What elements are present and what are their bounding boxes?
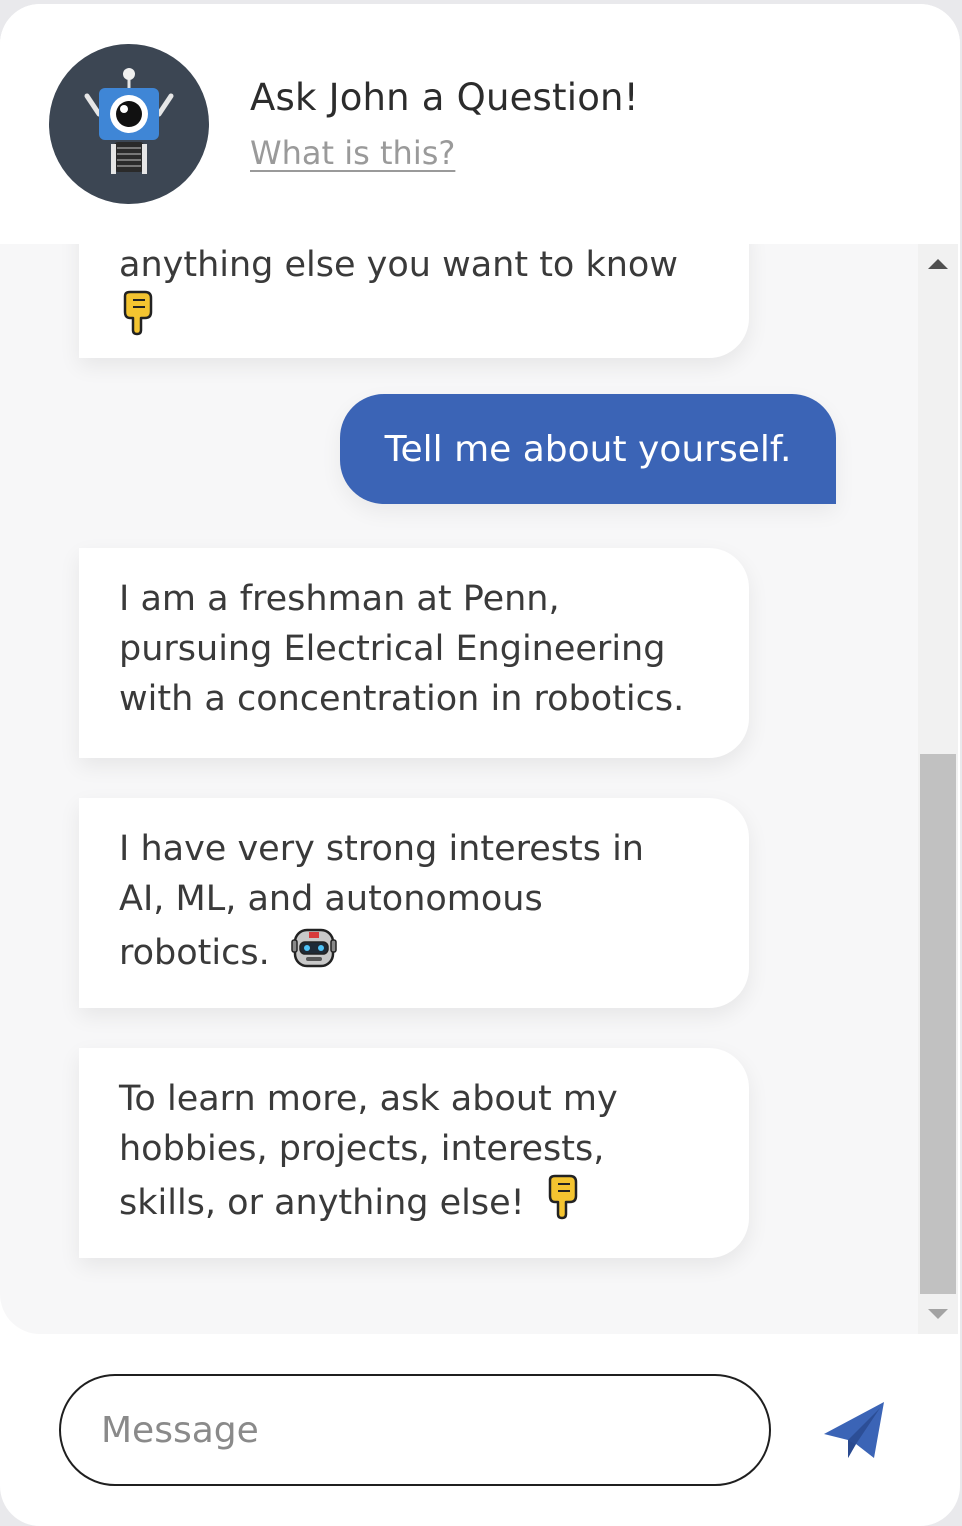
- pointing-down-icon: [119, 290, 159, 350]
- chat-scrollbar[interactable]: [918, 244, 958, 1334]
- message-input[interactable]: [61, 1376, 769, 1484]
- message-line: hobbies, projects, interests,: [119, 1129, 605, 1169]
- message-line: I have very strong interests in: [119, 829, 644, 869]
- message-line: robotics.: [119, 933, 270, 973]
- bot-message: I have very strong interests in AI, ML, …: [79, 798, 749, 1008]
- message-text: anything else you want to know: [119, 245, 678, 285]
- message-line: I am a freshman at Penn,: [119, 579, 560, 619]
- message-input-container: [59, 1374, 771, 1486]
- user-message: Tell me about yourself.: [340, 394, 836, 504]
- message-text: Tell me about yourself.: [384, 428, 792, 470]
- chat-widget: Ask John a Question! What is this? anyth…: [0, 4, 960, 1526]
- scroll-down-button[interactable]: [918, 1294, 958, 1334]
- message-list[interactable]: anything else you want to know Tell me a…: [0, 244, 918, 1334]
- message-line: with a concentration in robotics.: [119, 679, 685, 719]
- arrow-up-icon: [928, 259, 948, 269]
- header-title: Ask John a Question!: [250, 76, 639, 119]
- message-line: AI, ML, and autonomous: [119, 879, 543, 919]
- scroll-up-button[interactable]: [918, 244, 958, 284]
- message-line: skills, or anything else!: [119, 1183, 525, 1223]
- pointing-down-icon: [544, 1174, 584, 1234]
- scrollbar-thumb[interactable]: [920, 754, 956, 1294]
- avatar: [49, 44, 209, 204]
- bot-message: anything else you want to know: [79, 244, 749, 358]
- chat-header: Ask John a Question! What is this?: [0, 4, 960, 244]
- arrow-down-icon: [928, 1309, 948, 1319]
- message-line: To learn more, ask about my: [119, 1079, 618, 1119]
- bot-message: To learn more, ask about my hobbies, pro…: [79, 1048, 749, 1258]
- send-button[interactable]: [818, 1394, 890, 1466]
- robot-avatar-icon: [84, 68, 174, 174]
- bot-message: I am a freshman at Penn, pursuing Electr…: [79, 548, 749, 758]
- what-is-this-link[interactable]: What is this?: [250, 134, 455, 172]
- send-icon: [824, 1402, 884, 1458]
- robot-face-icon: [291, 924, 337, 984]
- message-line: pursuing Electrical Engineering: [119, 629, 666, 669]
